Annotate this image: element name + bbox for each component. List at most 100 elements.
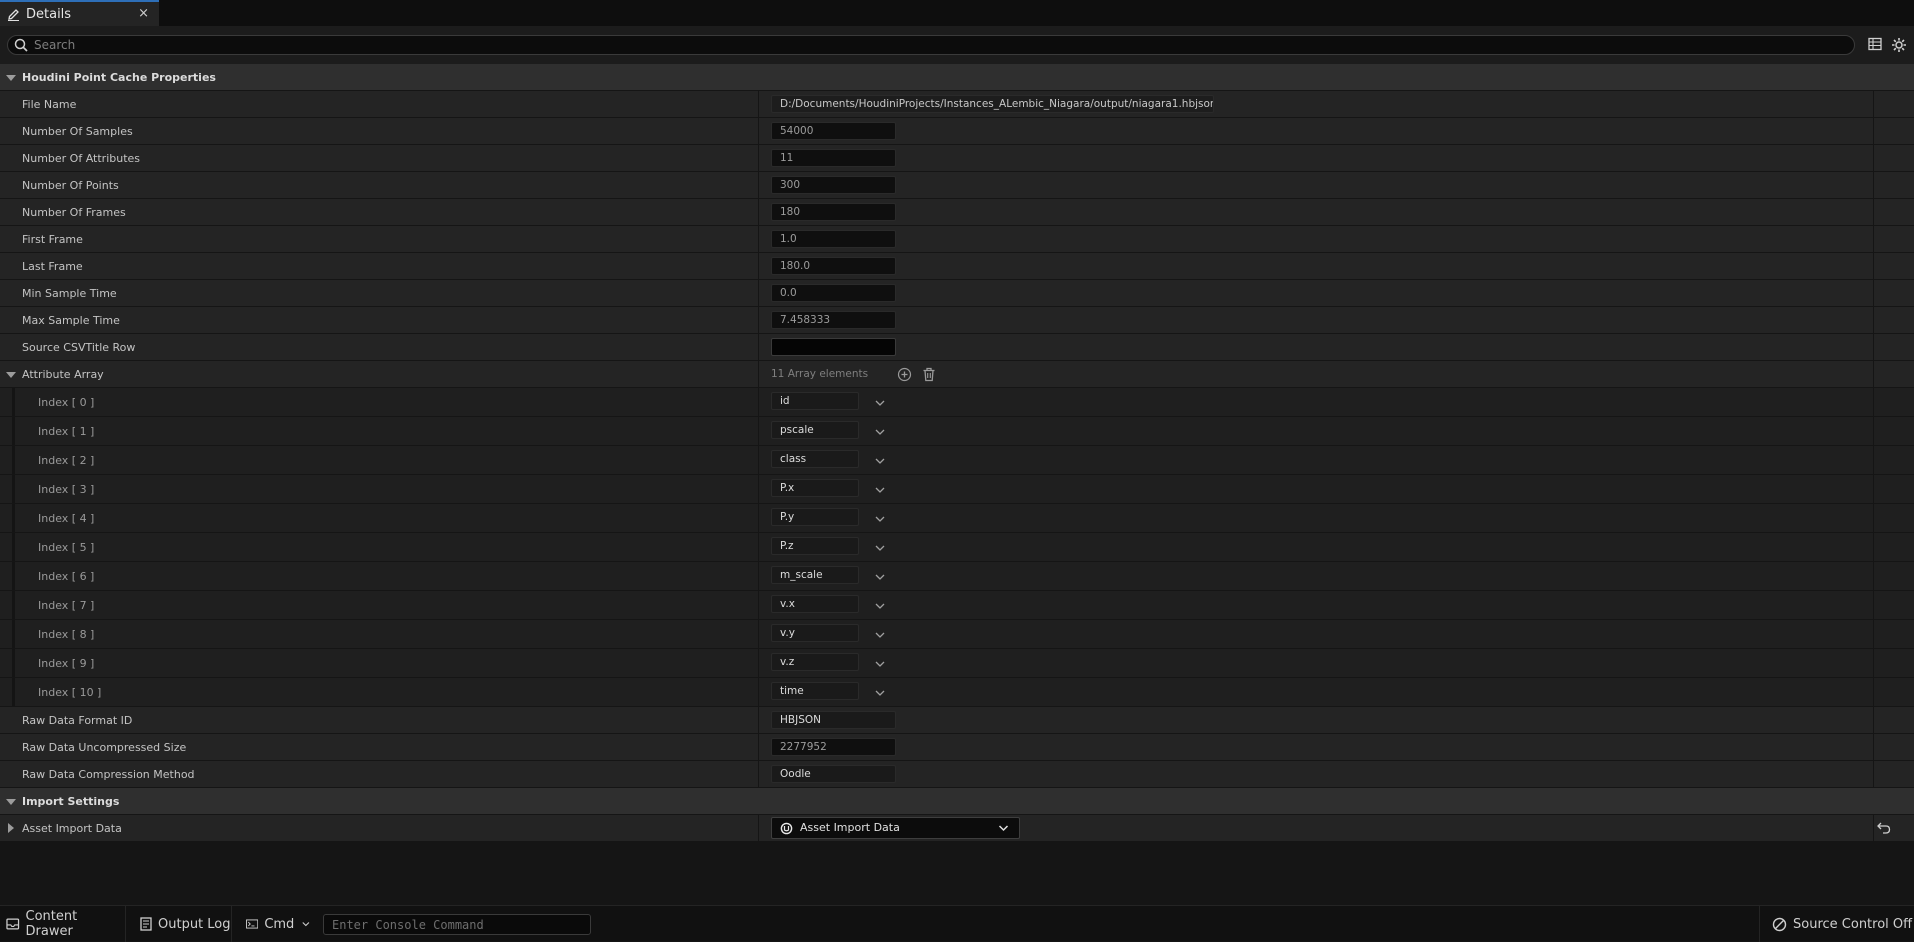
array-index-label: Index [ 0 ]: [38, 396, 95, 409]
collapse-arrow-icon[interactable]: [6, 799, 16, 805]
category-title: Import Settings: [22, 795, 120, 808]
tab-strip: Details ×: [0, 0, 1914, 26]
source-control-label: Source Control Off: [1793, 916, 1913, 932]
chevron-down-icon[interactable]: [874, 658, 886, 670]
array-element-row: Index [ 9 ] v.z: [0, 649, 1914, 678]
array-index-label: Index [ 6 ]: [38, 570, 95, 583]
search-icon: [14, 38, 28, 55]
chevron-down-icon: [998, 823, 1009, 836]
content-drawer-icon: [6, 918, 20, 930]
chevron-down-icon[interactable]: [874, 484, 886, 496]
property-label: Max Sample Time: [22, 314, 120, 327]
chevron-down-icon[interactable]: [874, 426, 886, 438]
number-of-attributes-field[interactable]: 11: [771, 149, 896, 167]
file-name-field[interactable]: D:/Documents/HoudiniProjects/Instances_A…: [771, 95, 1214, 113]
status-bar: Content Drawer Output Log Cmd Source Con…: [0, 905, 1914, 942]
search-input[interactable]: [34, 37, 1834, 53]
property-label: Last Frame: [22, 260, 83, 273]
property-label: Min Sample Time: [22, 287, 117, 300]
chevron-down-icon[interactable]: [874, 455, 886, 467]
property-label: Number Of Frames: [22, 206, 126, 219]
table-view-icon[interactable]: [1868, 37, 1884, 53]
collapse-arrow-icon[interactable]: [6, 372, 16, 378]
category-import-settings[interactable]: Import Settings: [0, 788, 1914, 815]
cmd-label: Cmd: [264, 916, 295, 932]
add-element-icon[interactable]: [897, 367, 912, 382]
array-element-row: Index [ 7 ] v.x: [0, 591, 1914, 620]
source-control-button[interactable]: Source Control Off: [1759, 906, 1914, 942]
tab-details[interactable]: Details ×: [0, 0, 159, 26]
combo-label: Asset Import Data: [800, 821, 900, 834]
array-element-row: Index [ 6 ] m_scale: [0, 562, 1914, 591]
collapse-arrow-icon[interactable]: [6, 75, 16, 81]
array-element-value[interactable]: pscale: [771, 421, 859, 439]
property-row: Min Sample Time 0.0: [0, 280, 1914, 307]
source-control-off-icon: [1772, 917, 1787, 931]
trash-icon[interactable]: [922, 367, 937, 382]
array-index-label: Index [ 8 ]: [38, 628, 95, 641]
array-element-value[interactable]: class: [771, 450, 859, 468]
property-row: Number Of Samples 54000: [0, 118, 1914, 145]
array-element-value[interactable]: P.y: [771, 508, 859, 526]
chevron-down-icon[interactable]: [874, 542, 886, 554]
chevron-down-icon[interactable]: [874, 513, 886, 525]
output-log-button[interactable]: Output Log: [126, 906, 232, 942]
array-element-row: Index [ 10 ] time: [0, 678, 1914, 707]
property-row: First Frame 1.0: [0, 226, 1914, 253]
property-row: Source CSVTitle Row: [0, 334, 1914, 361]
raw-data-compression-method-field[interactable]: Oodle: [771, 765, 896, 783]
max-sample-time-field[interactable]: 7.458333: [771, 311, 896, 329]
property-label: Asset Import Data: [22, 822, 122, 835]
raw-data-uncompressed-size-field[interactable]: 2277952: [771, 738, 896, 756]
chevron-down-icon[interactable]: [874, 397, 886, 409]
last-frame-field[interactable]: 180.0: [771, 257, 896, 275]
first-frame-field[interactable]: 1.0: [771, 230, 896, 248]
chevron-down-icon[interactable]: [874, 687, 886, 699]
content-drawer-button[interactable]: Content Drawer: [0, 906, 126, 942]
reset-to-default-icon[interactable]: [1876, 821, 1892, 835]
array-index-label: Index [ 9 ]: [38, 657, 95, 670]
array-index-label: Index [ 1 ]: [38, 425, 95, 438]
cmd-dropdown[interactable]: Cmd: [232, 906, 316, 942]
property-row: Max Sample Time 7.458333: [0, 307, 1914, 334]
number-of-frames-field[interactable]: 180: [771, 203, 896, 221]
array-element-value[interactable]: time: [771, 682, 859, 700]
number-of-points-field[interactable]: 300: [771, 176, 896, 194]
console-command-input[interactable]: [324, 915, 584, 934]
search-box: [7, 35, 1855, 55]
asset-import-data-combo[interactable]: Asset Import Data: [771, 817, 1020, 839]
array-element-value[interactable]: v.x: [771, 595, 859, 613]
property-label: Source CSVTitle Row: [22, 341, 136, 354]
output-log-icon: [140, 917, 152, 931]
array-index-label: Index [ 4 ]: [38, 512, 95, 525]
source-csv-title-row-field[interactable]: [771, 338, 896, 356]
attribute-array-header[interactable]: Attribute Array 11 Array elements: [0, 361, 1914, 388]
array-element-value[interactable]: id: [771, 392, 859, 410]
min-sample-time-field[interactable]: 0.0: [771, 284, 896, 302]
array-element-value[interactable]: P.x: [771, 479, 859, 497]
array-element-row: Index [ 5 ] P.z: [0, 533, 1914, 562]
asset-import-data-row: Asset Import Data Asset Import Data: [0, 815, 1914, 842]
property-row: Number Of Points 300: [0, 172, 1914, 199]
pencil-icon: [6, 7, 20, 21]
chevron-down-icon[interactable]: [874, 571, 886, 583]
property-label: Number Of Samples: [22, 125, 133, 138]
chevron-down-icon[interactable]: [874, 629, 886, 641]
console-box: [323, 914, 591, 935]
property-row: Raw Data Uncompressed Size 2277952: [0, 734, 1914, 761]
category-houdini-point-cache[interactable]: Houdini Point Cache Properties: [0, 64, 1914, 91]
gear-icon[interactable]: [1891, 37, 1907, 53]
array-element-value[interactable]: m_scale: [771, 566, 859, 584]
array-index-label: Index [ 5 ]: [38, 541, 95, 554]
array-element-value[interactable]: v.y: [771, 624, 859, 642]
close-icon[interactable]: ×: [138, 6, 149, 21]
category-title: Houdini Point Cache Properties: [22, 71, 216, 84]
array-element-row: Index [ 3 ] P.x: [0, 475, 1914, 504]
raw-data-format-id-field[interactable]: HBJSON: [771, 711, 896, 729]
property-row: Raw Data Format ID HBJSON: [0, 707, 1914, 734]
chevron-down-icon[interactable]: [874, 600, 886, 612]
array-element-value[interactable]: P.z: [771, 537, 859, 555]
array-element-value[interactable]: v.z: [771, 653, 859, 671]
expand-arrow-icon[interactable]: [8, 823, 14, 833]
number-of-samples-field[interactable]: 54000: [771, 122, 896, 140]
